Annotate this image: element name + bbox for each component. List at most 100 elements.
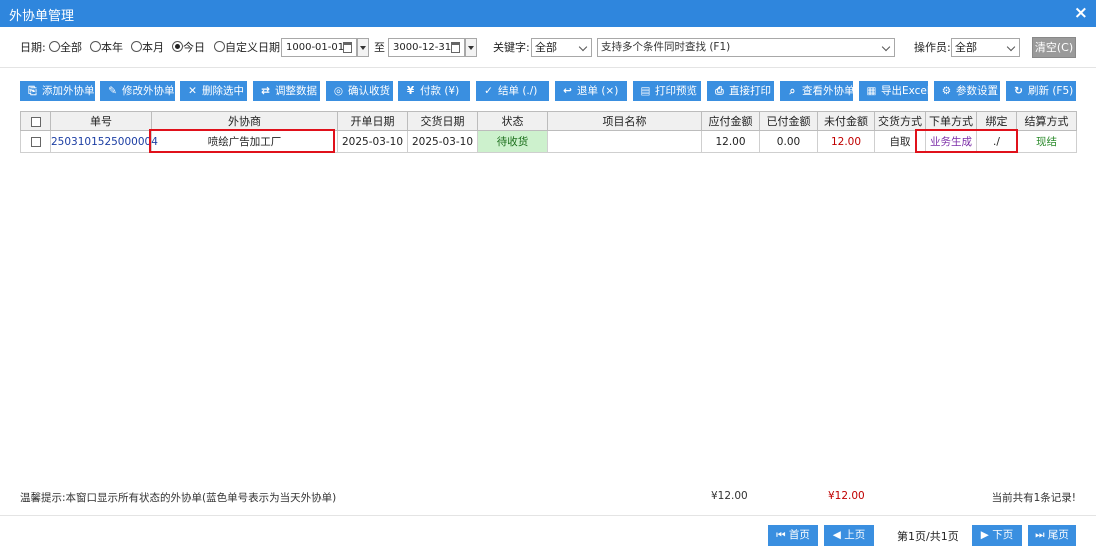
column-header[interactable]: 下单方式	[925, 111, 977, 131]
column-header[interactable]: 项目名称	[547, 111, 702, 131]
clear-button[interactable]: 清空(C)	[1032, 37, 1076, 58]
checkbox-icon[interactable]	[30, 116, 41, 127]
table-header: 单号 外协商 开单日期 交货日期 状态 项目名称 应付金额 已付金额 未付金额 …	[20, 111, 1077, 131]
direct-print-button[interactable]: ⎙ 直接打印	[707, 81, 774, 101]
calendar-icon	[451, 42, 460, 53]
search-input[interactable]: 支持多个条件同时查找 (F1)	[597, 38, 895, 57]
date-option-today[interactable]: 今日	[172, 38, 205, 58]
first-page-icon: ⏮	[776, 529, 789, 541]
search-icon: ⌕	[789, 85, 796, 97]
pay-button[interactable]: ¥ 付款 (¥)	[398, 81, 470, 101]
radio-selected-icon	[172, 41, 183, 52]
column-header[interactable]: 已付金额	[759, 111, 818, 131]
radio-icon	[214, 41, 225, 52]
order-number-cell[interactable]: 2503101525000004	[50, 130, 158, 153]
add-order-button[interactable]: ⎘ 添加外协单	[20, 81, 95, 101]
next-page-button[interactable]: ▶ 下页	[972, 525, 1022, 546]
project-name-cell	[547, 130, 702, 153]
column-header[interactable]: 应付金额	[701, 111, 760, 131]
calendar-icon	[343, 42, 352, 53]
filter-bar: 日期: 全部 本年 本月 今日 自定义日期 1000-01-01 至 3000-…	[0, 27, 1096, 67]
column-header[interactable]: 绑定	[976, 111, 1017, 131]
add-document-icon: ⎘	[28, 85, 37, 97]
prev-page-icon: ◀	[832, 529, 845, 541]
adjust-data-button[interactable]: ⇄ 调整数据	[253, 81, 320, 101]
delete-selected-button[interactable]: ✕ 删除选中	[180, 81, 247, 101]
payable-cell: 12.00	[701, 130, 760, 153]
close-order-button[interactable]: ✓ 结单 (./)	[476, 81, 549, 101]
last-page-button[interactable]: ⏭ 尾页	[1028, 525, 1076, 546]
title-bar: 外协单管理 ×	[0, 0, 1096, 27]
radio-icon	[131, 41, 142, 52]
delete-icon: ✕	[188, 85, 197, 97]
paid-cell: 0.00	[759, 130, 818, 153]
check-document-icon: ✓	[484, 85, 493, 97]
last-page-icon: ⏭	[1035, 529, 1048, 541]
print-preview-button[interactable]: ▤ 打印预览	[633, 81, 701, 101]
delivery-method-cell: 自取	[874, 130, 926, 153]
column-header[interactable]: 交货方式	[874, 111, 926, 131]
view-order-button[interactable]: ⌕ 查看外协单	[780, 81, 855, 101]
yen-icon: ¥	[406, 85, 415, 97]
payable-total: ¥12.00	[711, 490, 748, 502]
gear-icon: ⚙	[941, 85, 952, 97]
date-option-year[interactable]: 本年	[90, 38, 123, 58]
radio-icon	[90, 41, 101, 52]
vendor-cell[interactable]: 喷绘广告加工厂	[151, 130, 338, 153]
date-option-month[interactable]: 本月	[131, 38, 164, 58]
chevron-down-icon	[1006, 42, 1016, 52]
start-date-input[interactable]: 1000-01-01	[281, 38, 369, 57]
column-header[interactable]: 状态	[477, 111, 548, 131]
date-option-all[interactable]: 全部	[49, 38, 82, 58]
column-header[interactable]: 交货日期	[407, 111, 478, 131]
excel-icon: ▦	[866, 85, 877, 97]
edit-order-button[interactable]: ✎ 修改外协单	[100, 81, 175, 101]
date-label: 日期:	[20, 41, 46, 54]
radio-icon	[49, 41, 60, 52]
chevron-down-icon	[578, 42, 588, 52]
table-row[interactable]: 2503101525000004 喷绘广告加工厂 2025-03-10 2025…	[20, 130, 1077, 153]
return-order-button[interactable]: ↩ 退单 (×)	[555, 81, 627, 101]
confirm-receipt-button[interactable]: ◎ 确认收货	[326, 81, 393, 101]
end-date-input[interactable]: 3000-12-31	[388, 38, 477, 57]
refresh-icon: ↻	[1014, 85, 1023, 97]
pager: ⏮ 首页 ◀ 上页 第1页/共1页 ▶ 下页 ⏭ 尾页	[0, 515, 1096, 558]
settlement-cell: 现结	[1016, 130, 1077, 153]
operator-select[interactable]: 全部	[951, 38, 1020, 57]
bound-cell: ./	[976, 130, 1017, 153]
delivery-date-cell: 2025-03-10	[407, 130, 478, 153]
row-select-cell[interactable]	[20, 130, 51, 153]
settings-button[interactable]: ⚙ 参数设置	[934, 81, 1000, 101]
open-date-cell: 2025-03-10	[337, 130, 408, 153]
column-header[interactable]: 单号	[50, 111, 152, 131]
refresh-button[interactable]: ↻ 刷新 (F5)	[1006, 81, 1076, 101]
page-info: 第1页/共1页	[897, 530, 959, 543]
column-header[interactable]: 外协商	[151, 111, 338, 131]
order-method-cell: 业务生成	[925, 130, 977, 153]
keyword-field-select[interactable]: 全部	[531, 38, 592, 57]
column-header[interactable]: 结算方式	[1016, 111, 1077, 131]
prev-page-button[interactable]: ◀ 上页	[824, 525, 874, 546]
edit-icon: ✎	[108, 85, 117, 97]
column-header[interactable]: 开单日期	[337, 111, 408, 131]
print-preview-icon: ▤	[640, 85, 651, 97]
select-all-cell[interactable]	[20, 111, 51, 131]
dropdown-arrow-icon[interactable]	[357, 38, 369, 57]
date-option-custom[interactable]: 自定义日期	[214, 38, 280, 58]
confirm-icon: ◎	[333, 85, 344, 97]
date-range-to-label: 至	[374, 41, 385, 54]
order-table: 单号 外协商 开单日期 交货日期 状态 项目名称 应付金额 已付金额 未付金额 …	[20, 111, 1077, 153]
close-icon[interactable]: ×	[1074, 3, 1088, 23]
unpaid-total: ¥12.00	[828, 490, 865, 502]
export-excel-button[interactable]: ▦ 导出Excel	[859, 81, 930, 101]
first-page-button[interactable]: ⏮ 首页	[768, 525, 818, 546]
next-page-icon: ▶	[980, 529, 993, 541]
unpaid-cell: 12.00	[817, 130, 875, 153]
hint-text: 温馨提示:本窗口显示所有状态的外协单(蓝色单号表示为当天外协单)	[20, 492, 337, 504]
chevron-down-icon	[881, 42, 891, 52]
column-header[interactable]: 未付金额	[817, 111, 875, 131]
record-count: 当前共有1条记录!	[991, 492, 1076, 504]
checkbox-icon[interactable]	[30, 136, 41, 147]
printer-icon: ⎙	[715, 85, 724, 97]
dropdown-arrow-icon[interactable]	[465, 38, 477, 57]
